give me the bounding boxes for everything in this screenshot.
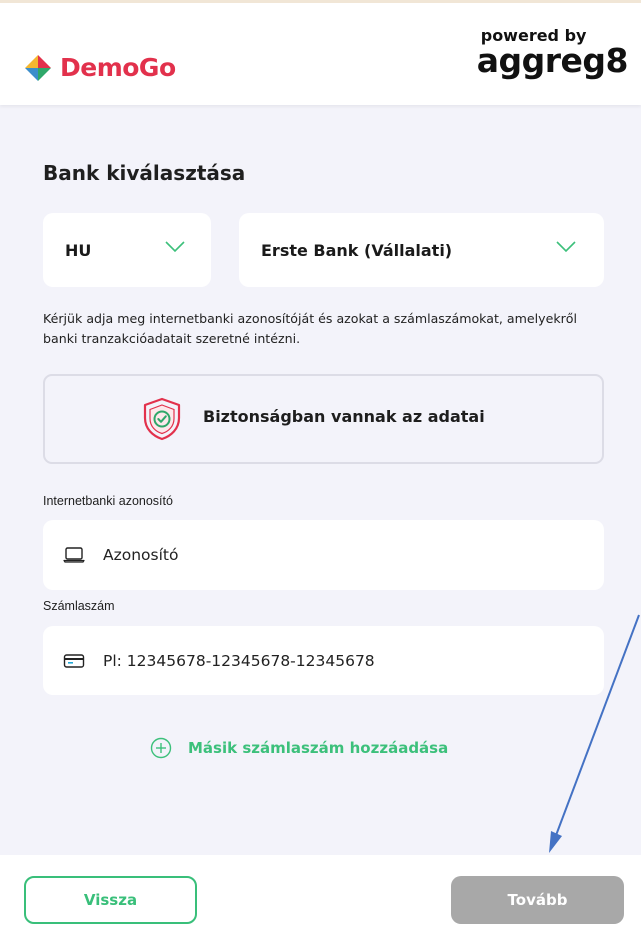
annotation-arrow	[549, 614, 640, 853]
